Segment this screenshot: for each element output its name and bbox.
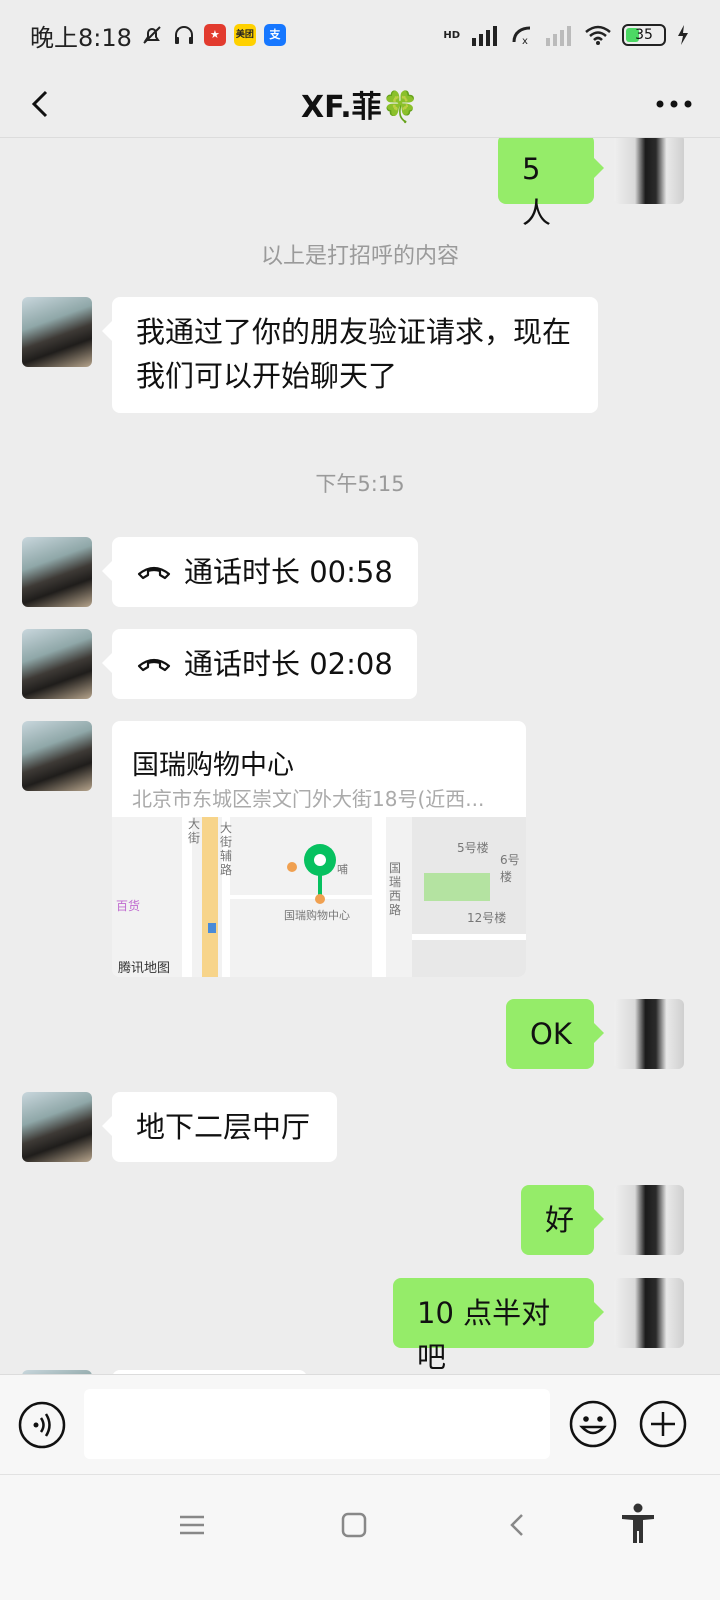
menu-icon[interactable] xyxy=(172,1505,212,1545)
chat-area[interactable]: 5 人 以上是打招呼的内容 我通过了你的朋友验证请求，现在我们可以开始聊天了 下… xyxy=(0,138,720,1400)
battery-indicator: 35 xyxy=(622,24,666,46)
location-map: 国瑞购物中心 国瑞西路 5号楼 6号楼 12号楼 百货 大街辅路 大街 哺 腾讯… xyxy=(112,817,526,977)
location-address: 北京市东城区崇文门外大街18号(近西... xyxy=(132,787,485,811)
status-right: HD x 35 xyxy=(443,24,690,46)
signal2-icon xyxy=(546,26,571,46)
map-label: 百货 xyxy=(116,899,141,913)
message-input[interactable] xyxy=(84,1389,550,1459)
mute-bell-icon xyxy=(143,26,161,44)
emoji-icon[interactable] xyxy=(568,1399,618,1449)
home-icon[interactable] xyxy=(334,1505,374,1545)
map-label: 12号楼 xyxy=(467,911,507,925)
status-left: 晚上8:18 ★ 美团 支 xyxy=(30,18,286,53)
map-label: 大街 xyxy=(188,817,201,845)
chevron-left-icon[interactable] xyxy=(22,84,62,124)
message-bubble-incoming[interactable]: 我通过了你的朋友验证请求，现在我们可以开始聊天了 xyxy=(102,297,598,413)
hd-indicator: HD xyxy=(443,29,460,41)
app-notification-icon: ★ xyxy=(203,24,226,46)
timestamp: 下午5:15 xyxy=(315,472,405,496)
phone-hangup-icon xyxy=(137,566,171,580)
wifi-icon xyxy=(585,25,611,45)
chat-title: XF.菲🍀 xyxy=(301,89,419,125)
friend-avatar[interactable] xyxy=(22,721,92,791)
my-avatar[interactable] xyxy=(614,1185,684,1255)
headphone-icon xyxy=(174,26,193,44)
friend-avatar[interactable] xyxy=(22,297,92,367)
chat-header: XF.菲🍀 xyxy=(0,70,720,138)
location-card[interactable]: 国瑞购物中心 北京市东城区崇文门外大街18号(近西... 国瑞购物中心 国瑞西路… xyxy=(112,721,526,977)
signal-icon xyxy=(472,26,497,46)
alipay-icon: 支 xyxy=(263,24,286,46)
message-bubble-outgoing[interactable]: OK xyxy=(506,999,604,1069)
my-avatar[interactable] xyxy=(614,1278,684,1348)
friend-avatar[interactable] xyxy=(22,1092,92,1162)
phone-hangup-icon xyxy=(137,658,171,672)
location-name: 国瑞购物中心 xyxy=(132,750,294,781)
meituan-icon: 美团 xyxy=(233,24,256,46)
my-avatar[interactable] xyxy=(614,999,684,1069)
map-label: 5号楼 xyxy=(457,841,489,855)
battery-level: 35 xyxy=(635,27,653,43)
accessibility-icon[interactable] xyxy=(616,1501,660,1545)
voice-icon[interactable] xyxy=(18,1401,66,1449)
svg-text:x: x xyxy=(522,36,528,46)
map-label: 国瑞西路 xyxy=(389,861,402,917)
message-bubble-outgoing[interactable]: 10 点半对吧 xyxy=(393,1278,604,1374)
system-notice: 以上是打招呼的内容 xyxy=(260,244,459,269)
friend-avatar[interactable] xyxy=(22,537,92,607)
call-status-icon: x xyxy=(512,26,531,46)
call-duration: 通话时长 00:58 xyxy=(184,555,393,589)
message-bubble-incoming[interactable]: 地下二层中厅 xyxy=(102,1092,337,1162)
map-watermark: 腾讯地图 xyxy=(118,961,171,976)
map-label: 6号楼 xyxy=(500,853,520,884)
plus-icon[interactable] xyxy=(638,1399,688,1449)
call-record-bubble[interactable]: 通话时长 00:58 xyxy=(102,537,418,607)
status-time: 晚上8:18 xyxy=(30,23,132,52)
map-label: 国瑞购物中心 xyxy=(284,909,350,922)
my-avatar[interactable] xyxy=(614,138,684,204)
message-input-bar xyxy=(0,1374,720,1474)
status-bar: 晚上8:18 ★ 美团 支 HD x 35 xyxy=(0,0,720,70)
back-icon[interactable] xyxy=(498,1505,538,1545)
message-bubble-outgoing[interactable]: 好 xyxy=(521,1185,604,1255)
system-navigation-bar xyxy=(0,1474,720,1600)
map-label: 大街辅路 xyxy=(220,821,233,877)
map-label: 哺 xyxy=(337,863,348,876)
call-record-bubble[interactable]: 通话时长 02:08 xyxy=(102,629,417,699)
message-bubble-outgoing[interactable]: 5 人 xyxy=(498,138,604,230)
charging-icon xyxy=(678,25,688,45)
friend-avatar[interactable] xyxy=(22,629,92,699)
call-duration: 通话时长 02:08 xyxy=(184,647,393,681)
ellipsis-icon[interactable] xyxy=(650,84,698,124)
